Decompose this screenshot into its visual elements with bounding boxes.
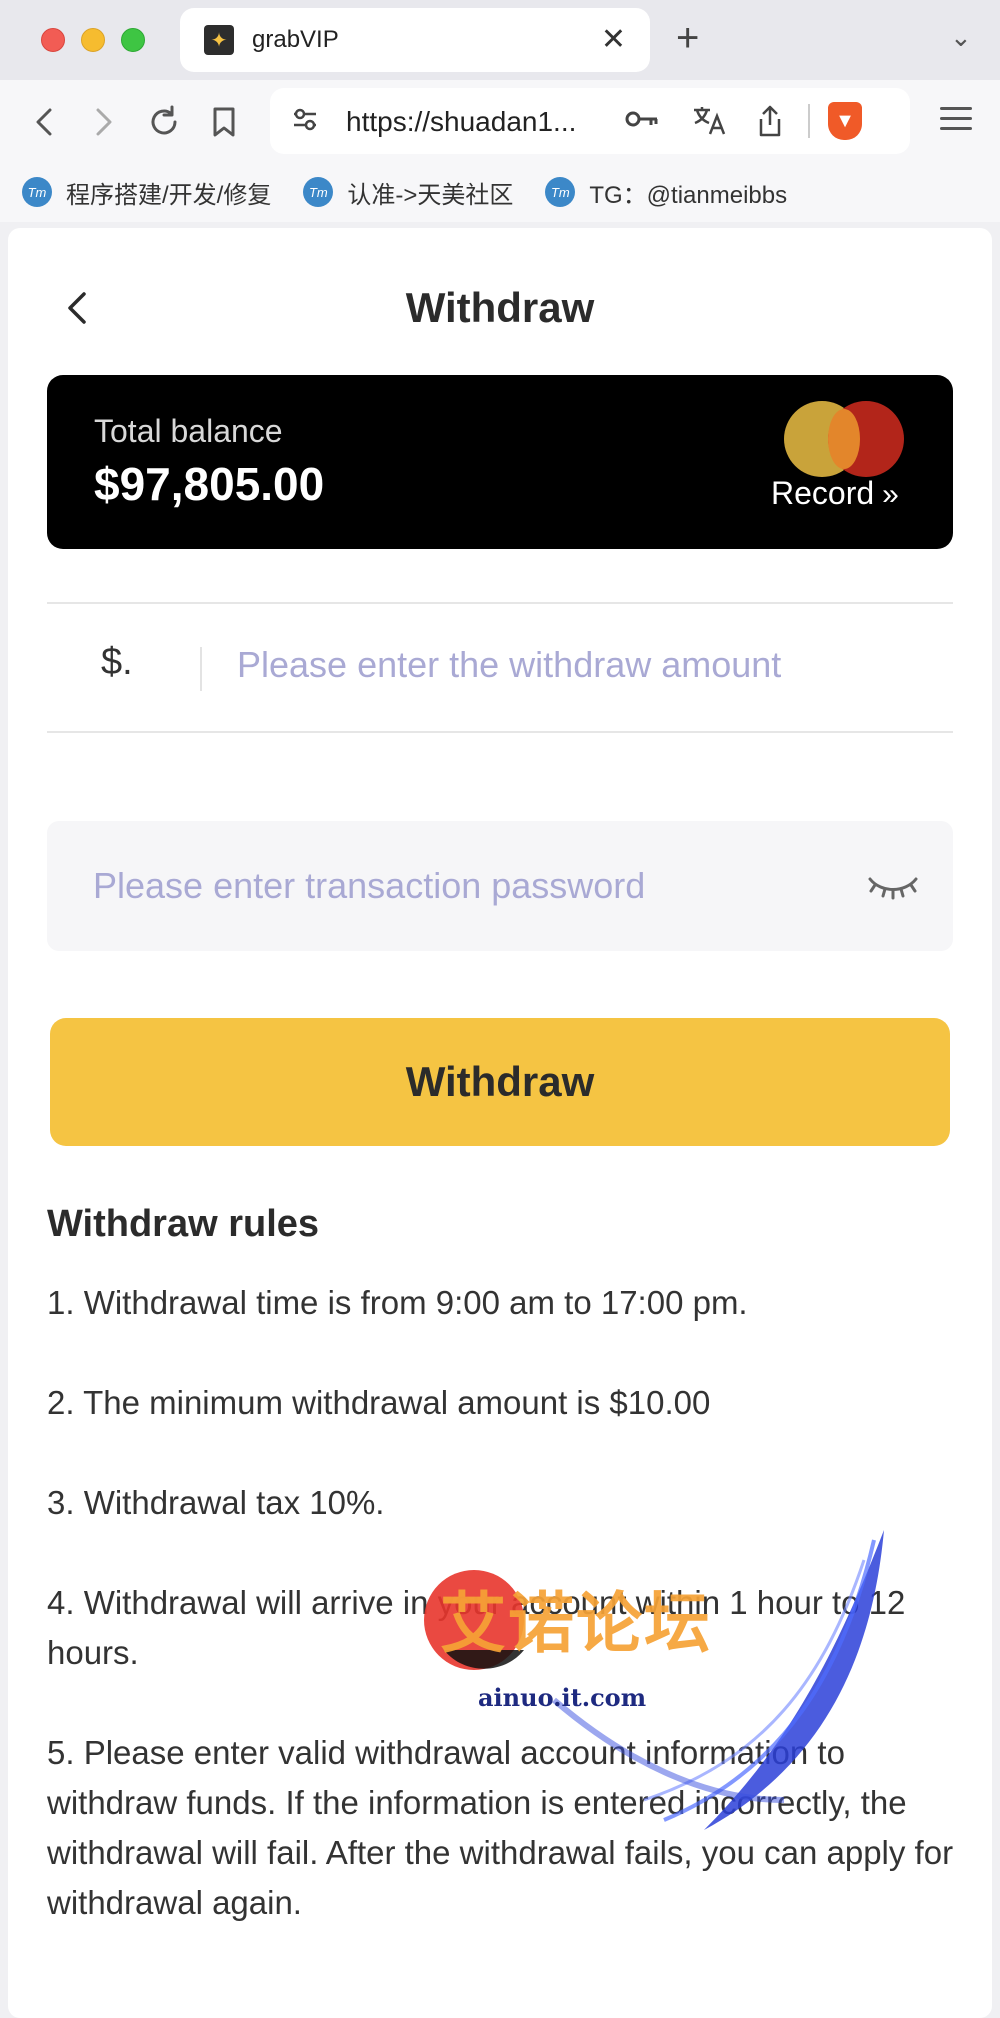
- balance-label: Total balance: [94, 413, 283, 449]
- translate-icon[interactable]: [692, 104, 726, 143]
- page-title: Withdraw: [405, 284, 595, 331]
- url-text[interactable]: https://shuadan1...: [346, 106, 576, 138]
- reload-icon[interactable]: [144, 102, 184, 142]
- record-label: Record: [771, 475, 875, 511]
- transaction-password-input[interactable]: [93, 857, 833, 915]
- bookmark-item[interactable]: Tm 程序搭建/开发/修复: [22, 175, 271, 210]
- amount-row: $.: [47, 603, 953, 731]
- password-field: [47, 821, 953, 951]
- share-icon[interactable]: [756, 104, 784, 145]
- key-icon[interactable]: [624, 104, 660, 141]
- watermark-text: 艾诺论坛: [440, 1586, 712, 1660]
- watermark-url: ainuo.it.com: [478, 1683, 647, 1712]
- withdraw-amount-input[interactable]: [237, 637, 917, 693]
- new-tab-button[interactable]: +: [676, 18, 699, 58]
- browser-tabbar: ✦ grabVIP ✕ + ⌄: [0, 0, 1000, 80]
- address-bar-divider: [808, 104, 810, 138]
- balance-card: Total balance $97,805.00 Record»: [47, 375, 953, 549]
- amount-bottom-divider: [47, 731, 953, 733]
- withdraw-button[interactable]: Withdraw: [50, 1018, 950, 1146]
- address-bar[interactable]: https://shuadan1... ▼: [270, 88, 910, 154]
- window-minimize-button[interactable]: [81, 28, 105, 52]
- eye-closed-icon[interactable]: [865, 871, 921, 901]
- tab-close-icon[interactable]: ✕: [601, 25, 626, 55]
- rule-item: 5. Please enter valid withdrawal account…: [47, 1734, 954, 1921]
- bookmark-item[interactable]: Tm TG：@tianmeibbs: [545, 175, 787, 210]
- bookmark-favicon-icon: Tm: [303, 177, 334, 207]
- hamburger-menu-icon[interactable]: [940, 100, 972, 137]
- bookmark-item[interactable]: Tm 认准->天美社区: [303, 175, 513, 210]
- tab-list-chevron-down-icon[interactable]: ⌄: [950, 22, 972, 53]
- site-settings-icon[interactable]: [290, 104, 320, 141]
- back-arrow-icon[interactable]: [24, 102, 64, 142]
- double-chevron-right-icon: »: [882, 478, 899, 511]
- record-link[interactable]: Record»: [771, 475, 899, 512]
- bookmark-label: 认准->天美社区: [347, 181, 514, 209]
- site-favicon-icon: ✦: [204, 25, 234, 55]
- card-logo-icon: [784, 401, 904, 477]
- bookmark-favicon-icon: Tm: [22, 177, 52, 207]
- balance-value: $97,805.00: [94, 458, 325, 510]
- tab-title: grabVIP: [252, 26, 339, 53]
- withdraw-page: Withdraw Total balance $97,805.00 Record…: [8, 228, 992, 2018]
- browser-tab[interactable]: ✦ grabVIP ✕: [180, 8, 650, 72]
- amount-separator: [200, 647, 202, 691]
- browser-toolbar: https://shuadan1... ▼: [0, 80, 1000, 162]
- rules-title: Withdraw rules: [47, 1203, 320, 1245]
- window-close-button[interactable]: [41, 28, 65, 52]
- bookmark-label: 程序搭建/开发/修复: [66, 181, 272, 209]
- currency-prefix: $.: [101, 641, 133, 683]
- rule-item: 2. The minimum withdrawal amount is $10.…: [47, 1384, 711, 1421]
- forward-arrow-icon[interactable]: [84, 102, 124, 142]
- brave-shields-icon[interactable]: ▼: [828, 102, 862, 140]
- bookmark-favicon-icon: Tm: [545, 177, 576, 207]
- bookmark-label: TG：@tianmeibbs: [589, 181, 788, 209]
- bookmark-icon[interactable]: [204, 102, 244, 142]
- rule-item: 1. Withdrawal time is from 9:00 am to 17…: [47, 1284, 748, 1321]
- rule-item: 3. Withdrawal tax 10%.: [47, 1484, 385, 1521]
- bookmarks-bar: Tm 程序搭建/开发/修复 Tm 认准->天美社区 Tm TG：@tianmei…: [0, 162, 1000, 222]
- window-zoom-button[interactable]: [121, 28, 145, 52]
